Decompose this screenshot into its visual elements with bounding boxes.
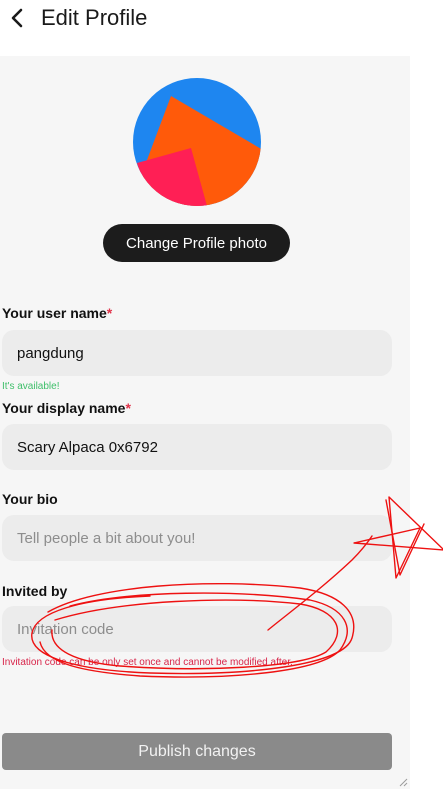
avatar [133, 78, 261, 206]
avatar-image [133, 78, 261, 206]
page-title: Edit Profile [41, 5, 148, 30]
bio-input[interactable] [2, 515, 392, 561]
display-name-label: Your display name* [2, 400, 131, 416]
invitation-code-input[interactable] [2, 606, 392, 652]
username-label-text: Your user name [2, 305, 107, 321]
display-name-label-text: Your display name [2, 400, 126, 416]
publish-changes-button[interactable]: Publish changes [2, 733, 392, 770]
change-profile-photo-button[interactable]: Change Profile photo [103, 224, 290, 262]
chevron-left-icon[interactable] [8, 6, 26, 30]
invitation-code-note: Invitation code can be only set once and… [2, 657, 293, 668]
bio-label: Your bio [2, 491, 58, 507]
required-asterisk: * [125, 400, 131, 416]
resize-handle-icon[interactable] [398, 777, 408, 787]
username-available-hint: It's available! [2, 381, 60, 392]
invited-by-label: Invited by [2, 583, 68, 599]
required-asterisk: * [106, 305, 113, 321]
username-label: Your user name* [2, 305, 112, 321]
username-input[interactable] [2, 330, 392, 376]
display-name-input[interactable] [2, 424, 392, 470]
header: Edit Profile [0, 0, 443, 40]
